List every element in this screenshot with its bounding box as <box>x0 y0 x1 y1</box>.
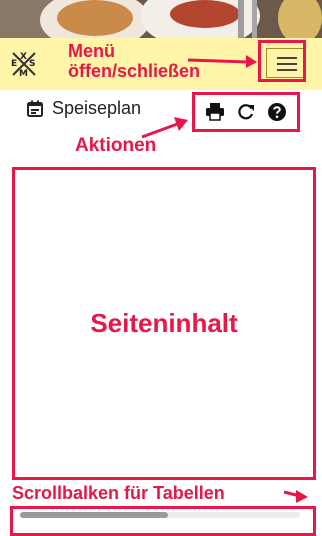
scrollbar-thumb[interactable] <box>20 512 168 518</box>
menu-highlight-frame <box>258 40 306 82</box>
svg-text:S: S <box>29 59 35 69</box>
svg-text:E: E <box>11 59 17 69</box>
actions-frame <box>192 92 300 132</box>
printer-icon <box>205 103 224 121</box>
help-button[interactable] <box>265 100 289 124</box>
table-scrollbar[interactable] <box>20 512 300 518</box>
annotation-scrollbar: Scrollbalken für Tabellen <box>12 483 225 503</box>
annotation-menu-line2: öffen/schließen <box>68 61 201 81</box>
arrow-icon <box>141 117 188 139</box>
svg-text:X: X <box>20 52 27 62</box>
content-area: Seiteninhalt <box>12 167 316 480</box>
page-title-row: Speiseplan <box>26 98 141 119</box>
reload-icon <box>238 104 254 120</box>
scrollbar-frame <box>10 506 316 536</box>
reload-button[interactable] <box>234 100 258 124</box>
help-icon <box>268 103 287 121</box>
print-button[interactable] <box>203 100 227 124</box>
calendar-icon <box>27 100 43 117</box>
logo-icon: E X S M <box>11 52 36 78</box>
svg-text:M: M <box>19 69 28 78</box>
arrow-icon <box>283 490 308 503</box>
annotation-content: Seiteninhalt <box>90 308 238 338</box>
annotation-menu-line1: Menü <box>68 41 115 61</box>
arrow-icon <box>187 55 257 68</box>
page-title: Speiseplan <box>52 98 142 118</box>
